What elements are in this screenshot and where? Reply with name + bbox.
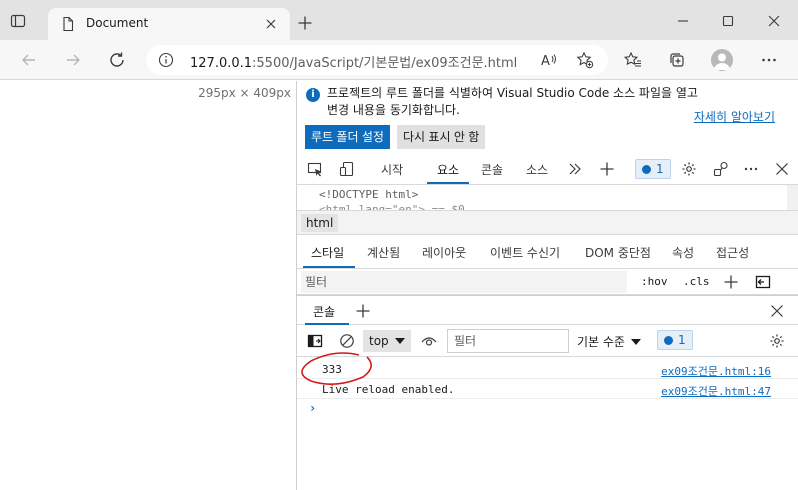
url-host: 127.0.0.1 — [190, 56, 253, 71]
tab-event-listeners[interactable]: 이벤트 수신기 — [490, 244, 560, 261]
drawer-add-tab-icon[interactable] — [355, 303, 371, 319]
breadcrumb: html — [297, 211, 798, 235]
context-select[interactable]: top — [363, 330, 411, 352]
console-sidebar-icon[interactable] — [307, 333, 323, 349]
tab-title: Document — [86, 16, 149, 30]
dom-scrollbar[interactable] — [787, 185, 798, 210]
maximize-icon[interactable] — [721, 14, 735, 28]
favorites-icon[interactable] — [624, 51, 642, 69]
chevron-down-icon — [630, 339, 641, 345]
browser-toolbar: 127.0.0.1:5500/JavaScript/기본문법/ex09조건문.h… — [0, 40, 798, 80]
inspect-icon[interactable] — [307, 161, 323, 177]
console-output: 333 ex09조건문.html:16 Live reload enabled.… — [297, 352, 798, 490]
add-tab-icon[interactable] — [599, 161, 615, 177]
dom-doctype[interactable]: <!DOCTYPE html> — [319, 188, 418, 201]
tab-actions-icon[interactable] — [10, 13, 26, 29]
more-options-icon[interactable] — [743, 161, 759, 177]
back-icon[interactable] — [20, 51, 38, 69]
dont-show-again-button[interactable]: 다시 표시 안 함 — [397, 125, 486, 149]
console-filter-input[interactable]: 필터 — [447, 329, 569, 353]
site-info-icon[interactable] — [158, 52, 174, 68]
chevron-down-icon — [395, 338, 405, 344]
dom-tree[interactable]: <!DOCTYPE html> <html lang="en"> == $0 — [297, 185, 798, 211]
learn-more-link[interactable]: 자세히 알아보기 — [694, 108, 775, 125]
toggle-sidebar-icon[interactable] — [755, 274, 771, 290]
close-devtools-icon[interactable] — [774, 161, 790, 177]
document-icon — [60, 16, 76, 32]
new-style-rule-icon[interactable] — [723, 274, 739, 290]
issues-badge[interactable]: 1 — [635, 159, 671, 179]
tab-sources[interactable]: 소스 — [526, 161, 548, 178]
close-icon[interactable] — [264, 17, 278, 31]
settings-gear-icon[interactable] — [681, 161, 697, 177]
dom-html-node[interactable]: <html lang="en"> == $0 — [319, 203, 465, 210]
hov-toggle[interactable]: :hov — [641, 275, 668, 288]
svg-text:A: A — [541, 54, 550, 68]
tab-properties[interactable]: 속성 — [672, 244, 694, 261]
log-level-value: 기본 수준 — [577, 335, 625, 349]
clear-console-icon[interactable] — [339, 333, 355, 349]
tab-bar: Document — [0, 0, 798, 40]
issues-dot-icon — [642, 165, 651, 174]
devtools-infobar: i 프로젝트의 루트 폴더를 식별하여 Visual Studio Code 소… — [297, 81, 798, 153]
connect-icon[interactable] — [713, 161, 729, 177]
context-value: top — [369, 334, 389, 348]
devtools-panel: i 프로젝트의 루트 폴더를 식별하여 Visual Studio Code 소… — [296, 81, 798, 490]
device-emulation-icon[interactable] — [339, 161, 355, 177]
url-path: :5500/JavaScript/기본문법/ex09조건문.html — [252, 56, 518, 71]
collections-icon[interactable] — [668, 51, 686, 69]
tab-computed[interactable]: 계산됨 — [367, 244, 400, 261]
url-text: 127.0.0.1:5500/JavaScript/기본문법/ex09조건문.h… — [190, 52, 517, 71]
minimize-icon[interactable] — [676, 14, 690, 28]
tab-console[interactable]: 콘솔 — [481, 161, 503, 178]
tab-styles[interactable]: 스타일 — [311, 244, 344, 261]
tab-elements[interactable]: 요소 — [437, 161, 459, 178]
set-root-folder-button[interactable]: 루트 폴더 설정 — [305, 125, 390, 149]
styles-filter-row: 필터 :hov .cls — [297, 269, 798, 295]
forward-icon[interactable] — [64, 51, 82, 69]
log-source-link[interactable]: ex09조건문.html:16 — [661, 363, 771, 379]
more-tabs-chevron-icon[interactable] — [567, 161, 583, 177]
window-close-icon[interactable] — [767, 14, 781, 28]
viewport-dimensions: 295px × 409px — [198, 86, 291, 100]
console-issues-count: 1 — [678, 333, 686, 347]
styles-filter-input[interactable]: 필터 — [301, 271, 627, 293]
avatar[interactable] — [711, 49, 733, 71]
more-menu-icon[interactable] — [760, 51, 778, 69]
tab-dom-breakpoints[interactable]: DOM 중단점 — [585, 244, 651, 261]
close-drawer-icon[interactable] — [769, 303, 785, 319]
browser-tab[interactable]: Document — [48, 8, 290, 40]
console-issues-badge[interactable]: 1 — [657, 330, 693, 350]
tab-accessibility[interactable]: 접근성 — [716, 244, 749, 261]
tab-layout[interactable]: 레이아웃 — [422, 244, 466, 261]
active-tab-indicator — [427, 182, 469, 184]
new-tab-icon[interactable] — [297, 15, 313, 31]
live-expression-eye-icon[interactable] — [421, 333, 437, 349]
issues-dot-icon — [664, 336, 673, 345]
tab-welcome[interactable]: 시작 — [381, 161, 403, 178]
address-bar[interactable]: 127.0.0.1:5500/JavaScript/기본문법/ex09조건문.h… — [146, 45, 608, 75]
annotation-circle — [297, 351, 381, 389]
info-icon: i — [306, 88, 320, 102]
console-settings-gear-icon[interactable] — [769, 333, 785, 349]
styles-active-indicator — [303, 266, 355, 268]
breadcrumb-item-html[interactable]: html — [301, 214, 339, 232]
devtools-tab-bar: 시작 요소 콘솔 소스 1 — [297, 153, 798, 185]
log-source-link[interactable]: ex09조건문.html:47 — [661, 383, 771, 399]
refresh-icon[interactable] — [108, 51, 126, 69]
add-favorite-icon[interactable] — [576, 51, 594, 69]
infobar-message: 프로젝트의 루트 폴더를 식별하여 Visual Studio Code 소스 … — [327, 86, 698, 117]
console-prompt[interactable]: › — [309, 401, 316, 415]
read-aloud-icon[interactable]: A — [541, 52, 557, 68]
issues-count: 1 — [656, 162, 664, 176]
cls-toggle[interactable]: .cls — [683, 275, 710, 288]
styles-tab-bar: 스타일 계산됨 레이아웃 이벤트 수신기 DOM 중단점 속성 접근성 — [297, 235, 798, 269]
log-level-select[interactable]: 기본 수준 — [577, 333, 641, 350]
page-viewport: 295px × 409px — [0, 81, 296, 490]
drawer-tab-console[interactable]: 콘솔 — [313, 303, 335, 320]
drawer-tab-bar: 콘솔 — [297, 295, 798, 325]
